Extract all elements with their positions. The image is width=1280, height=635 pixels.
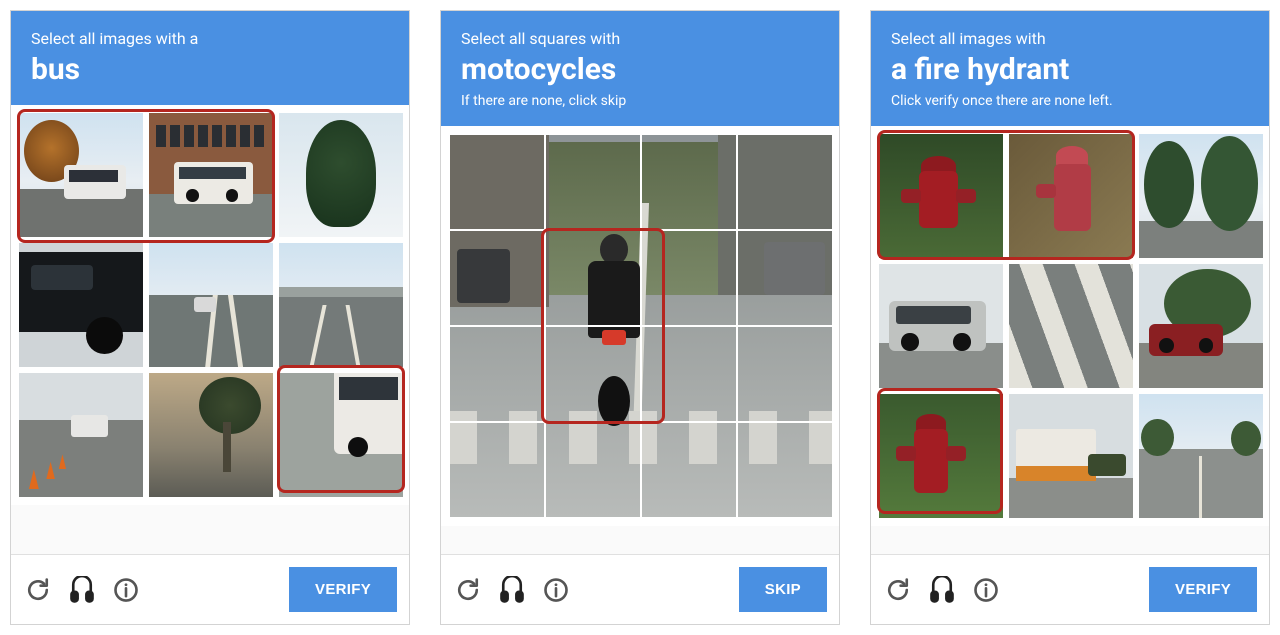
footer-icons — [883, 575, 1001, 605]
info-icon[interactable] — [971, 575, 1001, 605]
cell-13[interactable] — [545, 422, 641, 518]
info-icon[interactable] — [111, 575, 141, 605]
captcha-footer: VERIFY — [871, 554, 1269, 624]
captcha-header: Select all images with a bus — [11, 11, 409, 105]
cell-4[interactable] — [449, 230, 545, 326]
cell-8[interactable] — [449, 326, 545, 422]
cell-12[interactable] — [449, 422, 545, 518]
image-grid-3x3 — [879, 134, 1263, 518]
image-grid-wrap — [11, 105, 409, 505]
cell-6[interactable] — [641, 230, 737, 326]
image-grid-wrap — [871, 126, 1269, 526]
cell-1[interactable] — [545, 134, 641, 230]
header-subject: a fire hydrant — [891, 51, 1249, 89]
tile-5[interactable] — [279, 243, 403, 367]
header-line1: Select all images with — [891, 29, 1249, 49]
tile-6[interactable] — [19, 373, 143, 497]
image-grid-wrap — [441, 126, 839, 526]
tile-8[interactable] — [1139, 394, 1263, 518]
tile-3[interactable] — [879, 264, 1003, 388]
skip-button[interactable]: SKIP — [739, 567, 827, 612]
tile-0[interactable] — [19, 113, 143, 237]
cell-0[interactable] — [449, 134, 545, 230]
verify-button[interactable]: VERIFY — [1149, 567, 1257, 612]
tile-8[interactable] — [279, 373, 403, 497]
cell-3[interactable] — [737, 134, 833, 230]
reload-icon[interactable] — [453, 575, 483, 605]
captcha-header: Select all images with a fire hydrant Cl… — [871, 11, 1269, 126]
tile-1[interactable] — [1009, 134, 1133, 258]
cell-9[interactable] — [545, 326, 641, 422]
header-line3: If there are none, click skip — [461, 93, 819, 111]
tile-1[interactable] — [149, 113, 273, 237]
tile-0[interactable] — [879, 134, 1003, 258]
audio-icon[interactable] — [497, 575, 527, 605]
cell-15[interactable] — [737, 422, 833, 518]
tile-4[interactable] — [149, 243, 273, 367]
tile-2[interactable] — [279, 113, 403, 237]
header-line1: Select all images with a — [31, 29, 389, 49]
tile-2[interactable] — [1139, 134, 1263, 258]
captcha-footer: VERIFY — [11, 554, 409, 624]
tile-3[interactable] — [19, 243, 143, 367]
captcha-single-image — [449, 134, 833, 518]
tile-7[interactable] — [1009, 394, 1133, 518]
audio-icon[interactable] — [927, 575, 957, 605]
footer-icons — [23, 575, 141, 605]
captcha-panel-motorcycle: Select all squares with motocycles If th… — [440, 10, 840, 625]
captcha-footer: SKIP — [441, 554, 839, 624]
cell-10[interactable] — [641, 326, 737, 422]
reload-icon[interactable] — [883, 575, 913, 605]
cell-5[interactable] — [545, 230, 641, 326]
reload-icon[interactable] — [23, 575, 53, 605]
captcha-panel-bus: Select all images with a bus — [10, 10, 410, 625]
audio-icon[interactable] — [67, 575, 97, 605]
cell-7[interactable] — [737, 230, 833, 326]
cell-2[interactable] — [641, 134, 737, 230]
verify-button[interactable]: VERIFY — [289, 567, 397, 612]
image-grid-4x4 — [449, 134, 833, 518]
info-icon[interactable] — [541, 575, 571, 605]
captcha-header: Select all squares with motocycles If th… — [441, 11, 839, 126]
header-subject: bus — [31, 51, 389, 89]
cell-11[interactable] — [737, 326, 833, 422]
tile-4[interactable] — [1009, 264, 1133, 388]
tile-7[interactable] — [149, 373, 273, 497]
footer-icons — [453, 575, 571, 605]
image-grid-3x3 — [19, 113, 403, 497]
tile-6[interactable] — [879, 394, 1003, 518]
cell-14[interactable] — [641, 422, 737, 518]
header-line1: Select all squares with — [461, 29, 819, 49]
header-line3: Click verify once there are none left. — [891, 93, 1249, 111]
header-subject: motocycles — [461, 51, 819, 89]
captcha-panel-hydrant: Select all images with a fire hydrant Cl… — [870, 10, 1270, 625]
tile-5[interactable] — [1139, 264, 1263, 388]
